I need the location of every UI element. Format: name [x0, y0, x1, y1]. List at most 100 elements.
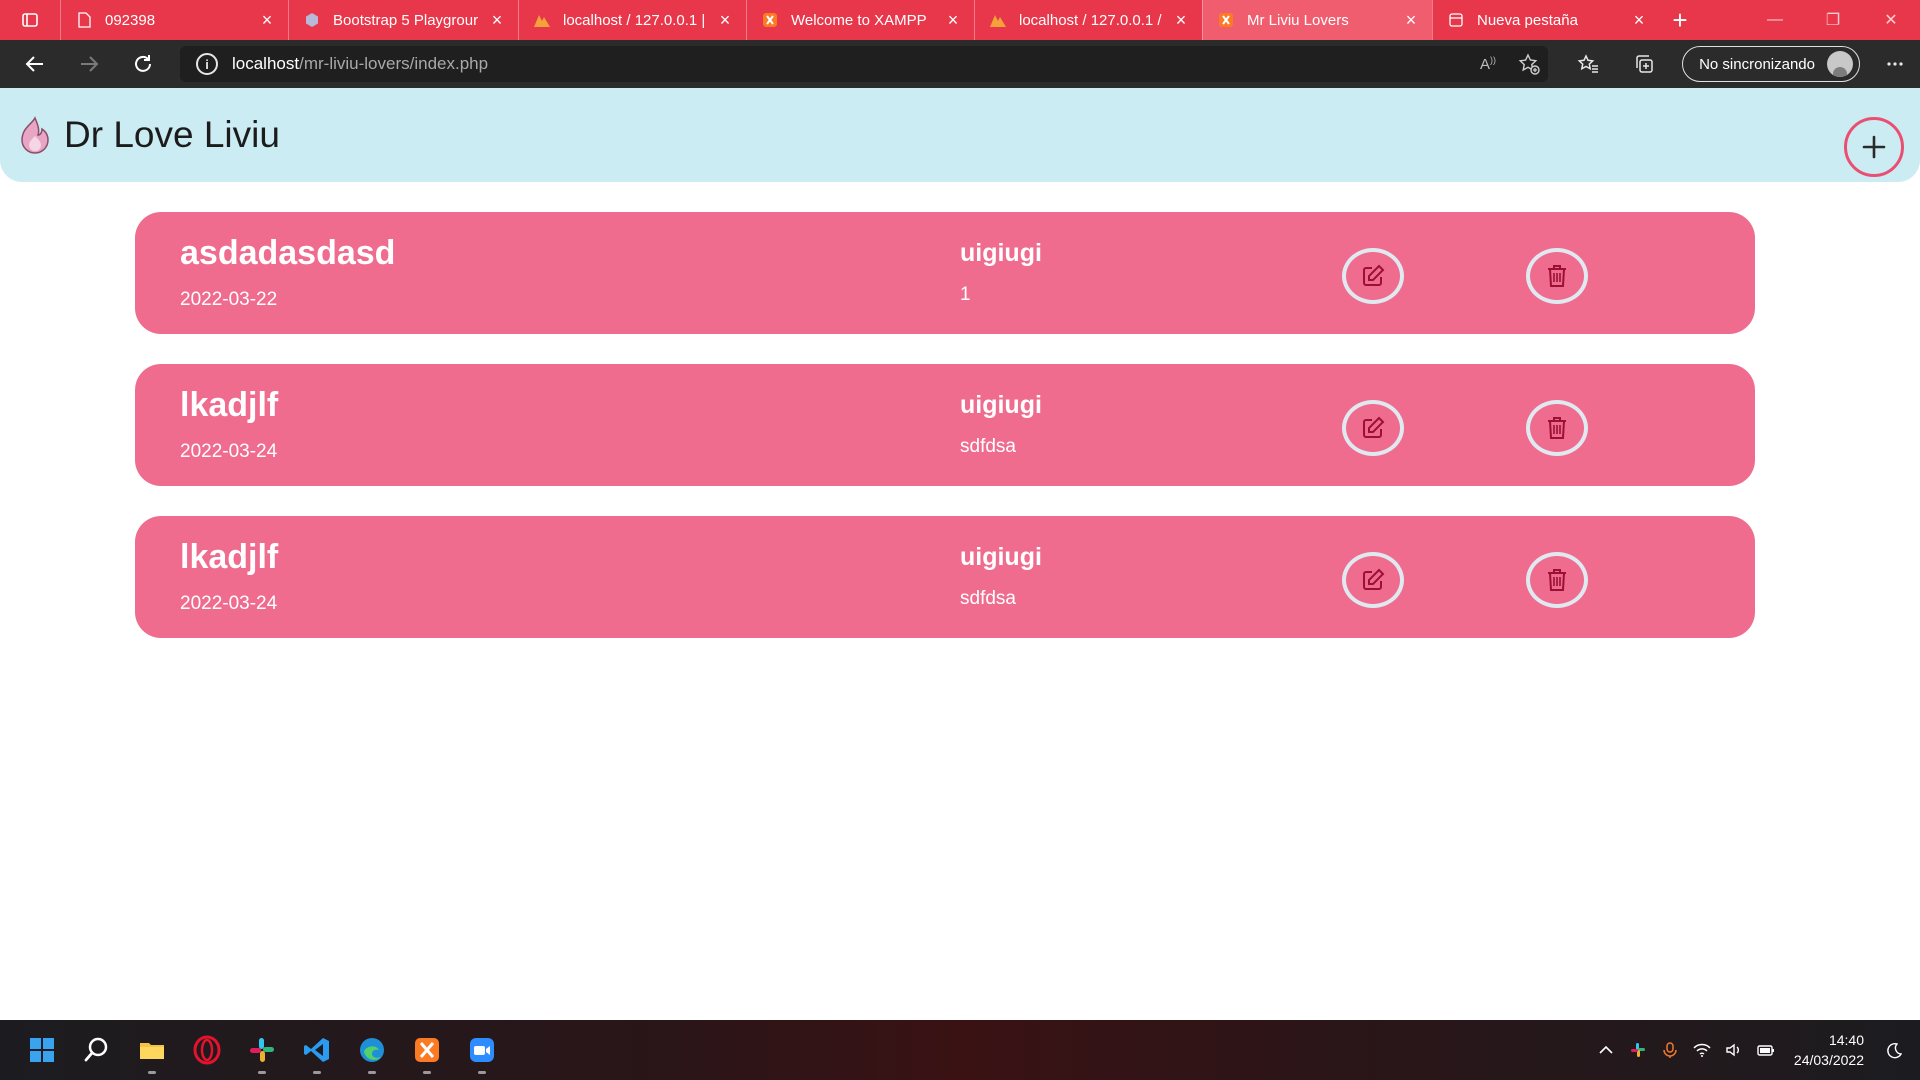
taskbar-app-file-explorer[interactable]	[124, 1020, 179, 1080]
app-header: Dr Love Liviu	[0, 88, 1920, 182]
close-icon[interactable]: ×	[1402, 11, 1420, 29]
close-icon[interactable]: ×	[1172, 11, 1190, 29]
entry-date: 2022-03-24	[180, 593, 278, 614]
taskbar-app-xampp[interactable]	[399, 1020, 454, 1080]
entry-date: 2022-03-24	[180, 441, 278, 462]
entry-detail: 1	[960, 284, 971, 305]
entry-user: uigiugi	[960, 543, 1042, 571]
refresh-button[interactable]	[116, 40, 170, 88]
speaker-icon	[1726, 1043, 1739, 1057]
phpmyadmin-icon	[533, 11, 551, 29]
minimize-button[interactable]: —	[1746, 0, 1804, 40]
vscode-icon	[303, 1038, 329, 1062]
collections-button[interactable]	[1616, 40, 1672, 88]
taskbar-app-edge[interactable]	[344, 1020, 399, 1080]
edit-button[interactable]	[1342, 552, 1404, 608]
system-tray: 14:40 24/03/2022	[1590, 1020, 1920, 1080]
entry-title: lkadjlf	[180, 386, 279, 424]
ellipsis-icon	[1887, 62, 1903, 66]
site-info-icon[interactable]: i	[196, 53, 218, 75]
clock[interactable]: 14:40 24/03/2022	[1794, 1030, 1864, 1070]
browser-tab-strip: 092398 × Bootstrap 5 Playgrour × localho…	[0, 0, 1920, 40]
forward-button[interactable]	[62, 40, 116, 88]
refresh-icon	[135, 55, 151, 72]
back-button[interactable]	[8, 40, 62, 88]
address-bar[interactable]: i localhost/mr-liviu-lovers/index.php A)…	[180, 46, 1548, 82]
forward-arrow-icon	[81, 56, 99, 72]
tab-actions-button[interactable]	[0, 0, 60, 40]
delete-button[interactable]	[1526, 248, 1588, 304]
browser-tab[interactable]: localhost / 127.0.0.1 / ×	[974, 0, 1202, 40]
microphone-icon	[1663, 1042, 1677, 1058]
delete-button[interactable]	[1526, 400, 1588, 456]
add-entry-button[interactable]	[1844, 117, 1904, 177]
profile-label: No sincronizando	[1699, 55, 1815, 73]
moon-icon	[1887, 1042, 1903, 1059]
clock-date: 24/03/2022	[1793, 1052, 1864, 1068]
entry-user: uigiugi	[960, 239, 1042, 267]
xampp-icon	[1217, 11, 1235, 29]
battery-button[interactable]	[1750, 1020, 1782, 1080]
slack-icon	[249, 1038, 274, 1062]
close-icon[interactable]: ×	[488, 11, 506, 29]
edge-icon	[359, 1038, 384, 1062]
clock-time: 14:40	[1828, 1032, 1864, 1048]
tab-actions-icon	[22, 13, 38, 27]
newtab-icon	[1447, 11, 1465, 29]
trash-icon	[1548, 569, 1566, 591]
maximize-button[interactable]: ❐	[1804, 0, 1862, 40]
delete-button[interactable]	[1526, 552, 1588, 608]
tray-app-icon[interactable]	[1622, 1020, 1654, 1080]
search-button[interactable]	[69, 1020, 124, 1080]
bootstrap-icon	[303, 11, 321, 29]
close-icon[interactable]: ×	[1630, 11, 1648, 29]
browser-tab[interactable]: Nueva pestaña ×	[1432, 0, 1660, 40]
close-window-button[interactable]: ✕	[1862, 0, 1920, 40]
notifications-button[interactable]	[1878, 1020, 1910, 1080]
file-explorer-icon	[139, 1043, 164, 1059]
wifi-icon	[1693, 1043, 1711, 1057]
edit-button[interactable]	[1342, 400, 1404, 456]
browser-tab[interactable]: Bootstrap 5 Playgrour ×	[288, 0, 518, 40]
close-icon[interactable]: ×	[258, 11, 276, 29]
microphone-button[interactable]	[1654, 1020, 1686, 1080]
taskbar-app-vscode[interactable]	[289, 1020, 344, 1080]
browser-tab[interactable]: localhost / 127.0.0.1 | ×	[518, 0, 746, 40]
edit-icon	[1363, 416, 1385, 438]
document-icon	[75, 11, 93, 29]
trash-icon	[1548, 265, 1566, 287]
browser-tab-active[interactable]: Mr Liviu Lovers ×	[1202, 0, 1432, 40]
url-host: localhost	[232, 54, 300, 73]
tab-title: localhost / 127.0.0.1 /	[1019, 11, 1162, 29]
edit-icon	[1363, 568, 1385, 590]
slack-tray-icon	[1630, 1043, 1645, 1057]
volume-button[interactable]	[1718, 1020, 1750, 1080]
favorites-button[interactable]	[1560, 40, 1616, 88]
taskbar-app-opera[interactable]	[179, 1020, 234, 1080]
tab-title: Welcome to XAMPP	[791, 11, 927, 29]
tab-title: Mr Liviu Lovers	[1247, 11, 1349, 29]
browser-tab[interactable]: 092398 ×	[60, 0, 288, 40]
taskbar-app-slack[interactable]	[234, 1020, 289, 1080]
close-icon[interactable]: ×	[944, 11, 962, 29]
window-controls: — ❐ ✕	[1746, 0, 1920, 40]
show-hidden-icons-button[interactable]	[1590, 1020, 1622, 1080]
close-icon[interactable]: ×	[716, 11, 734, 29]
edit-icon	[1363, 264, 1385, 286]
start-button[interactable]	[14, 1020, 69, 1080]
wifi-button[interactable]	[1686, 1020, 1718, 1080]
profile-button[interactable]: No sincronizando	[1682, 46, 1860, 82]
avatar	[1827, 51, 1853, 77]
page-title: Dr Love Liviu	[64, 114, 280, 155]
read-aloud-icon[interactable]: A))	[1480, 55, 1496, 73]
more-menu-button[interactable]	[1870, 40, 1920, 88]
tab-title: 092398	[105, 11, 156, 29]
new-tab-button[interactable]: +	[1660, 0, 1700, 40]
entry-detail: sdfdsa	[960, 588, 1016, 609]
taskbar-app-zoom[interactable]	[454, 1020, 509, 1080]
browser-tab[interactable]: Welcome to XAMPP ×	[746, 0, 974, 40]
tab-title: Bootstrap 5 Playgrour	[333, 11, 479, 29]
edit-button[interactable]	[1342, 248, 1404, 304]
add-favorite-icon[interactable]	[1518, 53, 1540, 75]
logo-icon	[21, 116, 49, 154]
